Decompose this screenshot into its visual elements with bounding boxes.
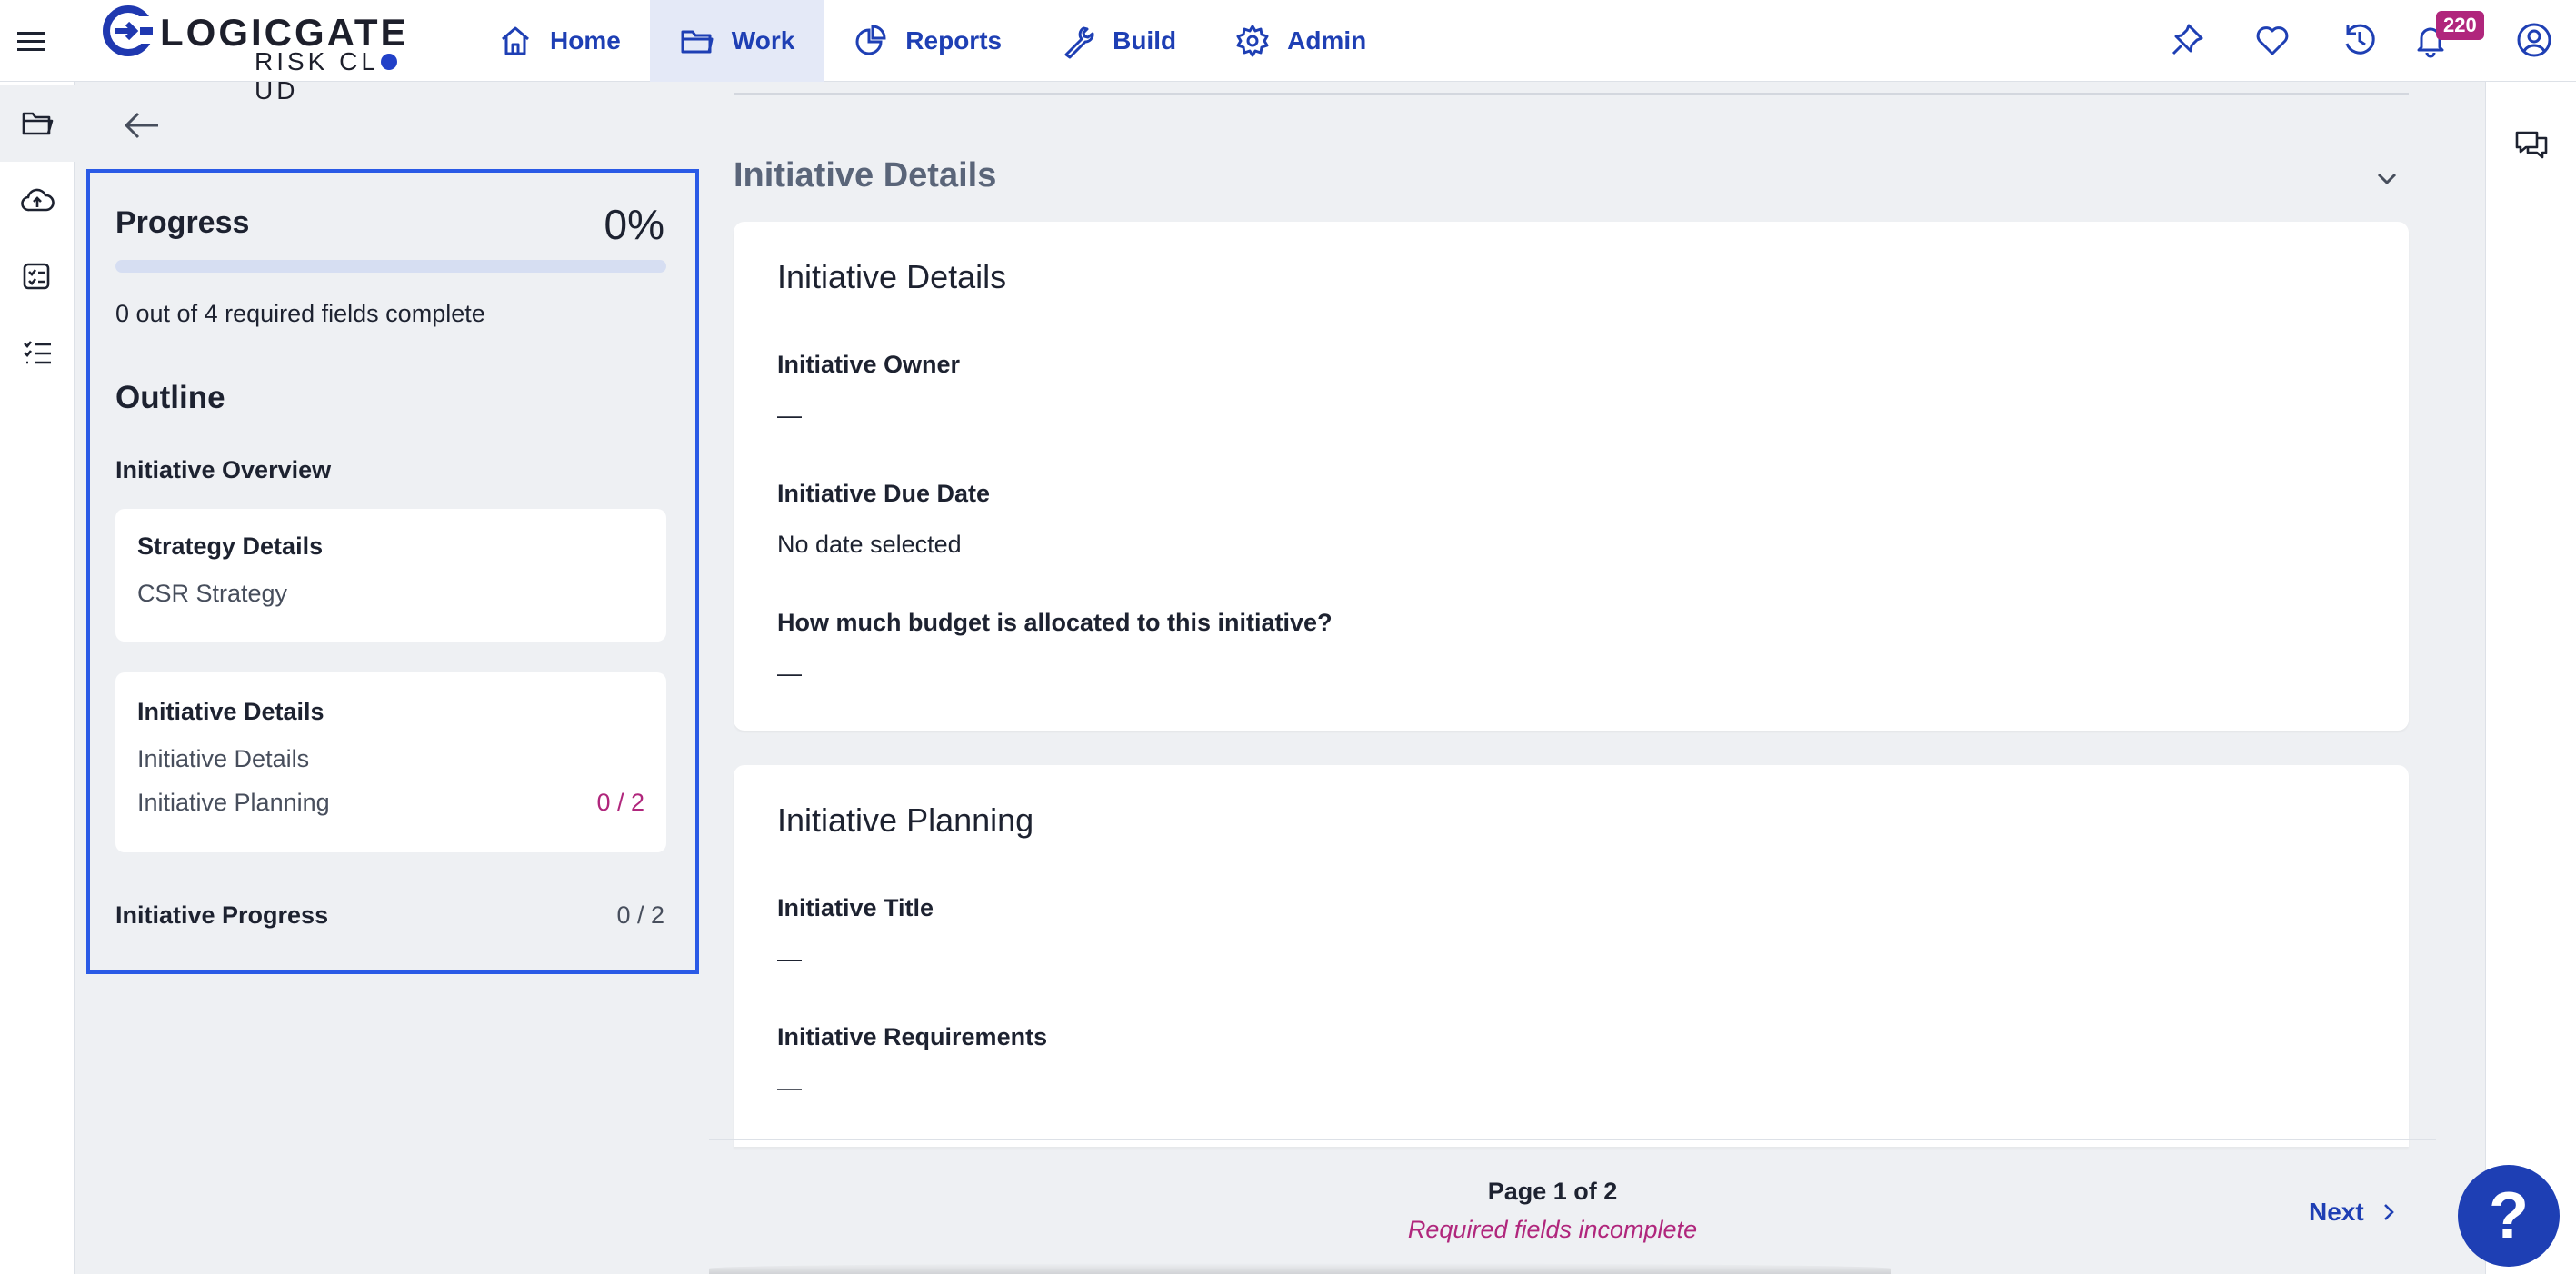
- field-label-owner: Initiative Owner: [777, 351, 961, 378]
- nav-home-label: Home: [550, 26, 621, 55]
- footer-divider: [709, 1139, 2436, 1140]
- nav-build[interactable]: Build: [1031, 0, 1205, 82]
- field-label-title: Initiative Title: [777, 894, 934, 921]
- rail-records-button[interactable]: [0, 85, 75, 162]
- help-button[interactable]: ?: [2458, 1165, 2560, 1267]
- notification-count-badge: 220: [2436, 11, 2484, 40]
- help-question-icon: ?: [2489, 1179, 2529, 1252]
- rail-checklist-button[interactable]: [0, 238, 75, 314]
- logo-subtitle: RISK CLUD: [255, 47, 418, 105]
- field-value-due-date[interactable]: No date selected: [777, 531, 962, 559]
- pin-icon[interactable]: [2167, 20, 2207, 60]
- page-indicator: Page 1 of 2: [1487, 1178, 1618, 1205]
- rail-upload-button[interactable]: [0, 162, 75, 238]
- nav-work[interactable]: Work: [649, 0, 824, 82]
- required-fields-warning: Required fields incomplete: [1407, 1216, 1698, 1243]
- wrench-icon: [1064, 26, 1094, 59]
- left-tool-rail: [0, 82, 75, 1274]
- pie-chart-icon: [855, 25, 886, 55]
- field-label-budget: How much budget is allocated to this ini…: [777, 609, 1333, 636]
- user-profile-icon[interactable]: [2514, 20, 2554, 60]
- outline-item-csr-strategy[interactable]: CSR Strategy: [137, 580, 287, 608]
- progress-bar: [115, 260, 666, 273]
- cloud-upload-icon: [21, 188, 55, 212]
- favorites-heart-icon[interactable]: [2252, 20, 2292, 60]
- outline-card-initiative-details[interactable]: Initiative Details Initiative Details In…: [115, 672, 666, 852]
- top-navigation-bar: LOGICGATE RISK CLUD Home Work Reports Bu…: [0, 0, 2576, 105]
- field-value-title[interactable]: —: [777, 945, 802, 973]
- card-heading: Initiative Details: [777, 258, 1007, 295]
- nav-admin[interactable]: Admin: [1205, 0, 1395, 82]
- progress-outline-panel: Progress 0% 0 out of 4 required fields c…: [86, 169, 699, 974]
- menu-icon[interactable]: [15, 25, 47, 57]
- nav-admin-label: Admin: [1287, 26, 1367, 55]
- outline-card-strategy[interactable]: Strategy Details CSR Strategy: [115, 509, 666, 642]
- initiative-planning-card: Initiative Planning Initiative Title — I…: [734, 765, 2409, 1147]
- chevron-right-icon: [2383, 1204, 2394, 1220]
- folder-icon: [681, 30, 714, 54]
- field-value-requirements[interactable]: —: [777, 1074, 802, 1102]
- main-nav: Home Work Reports Build Admin: [468, 0, 1395, 82]
- home-icon: [502, 26, 529, 55]
- nav-reports[interactable]: Reports: [824, 0, 1031, 82]
- checklist-icon: [23, 263, 50, 290]
- back-arrow-icon[interactable]: [122, 107, 162, 144]
- nav-reports-label: Reports: [905, 26, 1003, 55]
- outline-card-title: Strategy Details: [137, 532, 324, 560]
- field-value-budget[interactable]: —: [777, 660, 802, 688]
- logo-mark-icon: [100, 4, 156, 56]
- progress-percent: 0%: [604, 201, 664, 248]
- list-icon: [24, 341, 51, 364]
- next-label: Next: [2309, 1198, 2364, 1226]
- field-label-due-date: Initiative Due Date: [777, 480, 991, 507]
- outline-section-progress[interactable]: Initiative Progress: [115, 901, 328, 930]
- chevron-down-icon[interactable]: [2371, 162, 2403, 194]
- gear-icon: [1236, 25, 1269, 57]
- section-title: Initiative Details: [734, 156, 997, 194]
- nav-build-label: Build: [1113, 26, 1177, 55]
- required-fields-status: 0 out of 4 required fields complete: [115, 300, 485, 327]
- initiative-details-card: Initiative Details Initiative Owner — In…: [734, 222, 2409, 731]
- outline-item-initiative-details[interactable]: Initiative Details: [137, 745, 309, 773]
- field-label-requirements: Initiative Requirements: [777, 1023, 1048, 1050]
- outline-item-initiative-planning[interactable]: Initiative Planning: [137, 789, 330, 817]
- outline-section-progress-count: 0 / 2: [616, 901, 664, 929]
- right-tool-rail: [2485, 82, 2576, 1274]
- next-page-button[interactable]: Next: [2309, 1198, 2401, 1227]
- bottom-shadow: [709, 1263, 1891, 1274]
- card-heading: Initiative Planning: [777, 801, 1034, 839]
- comments-icon[interactable]: [2511, 125, 2551, 165]
- outline-section-overview[interactable]: Initiative Overview: [115, 456, 331, 484]
- section-divider: [734, 93, 2409, 95]
- nav-home[interactable]: Home: [468, 0, 650, 82]
- folder-open-icon: [22, 112, 54, 135]
- outline-item-count: 0 / 2: [596, 789, 644, 816]
- progress-title: Progress: [115, 205, 250, 240]
- nav-work-label: Work: [731, 26, 795, 55]
- rail-list-button[interactable]: [0, 314, 75, 391]
- history-icon[interactable]: [2340, 20, 2380, 60]
- field-value-owner[interactable]: —: [777, 402, 802, 430]
- outline-title: Outline: [115, 380, 225, 415]
- outline-card-title: Initiative Details: [137, 698, 324, 725]
- logicgate-logo[interactable]: LOGICGATE RISK CLUD: [100, 4, 418, 105]
